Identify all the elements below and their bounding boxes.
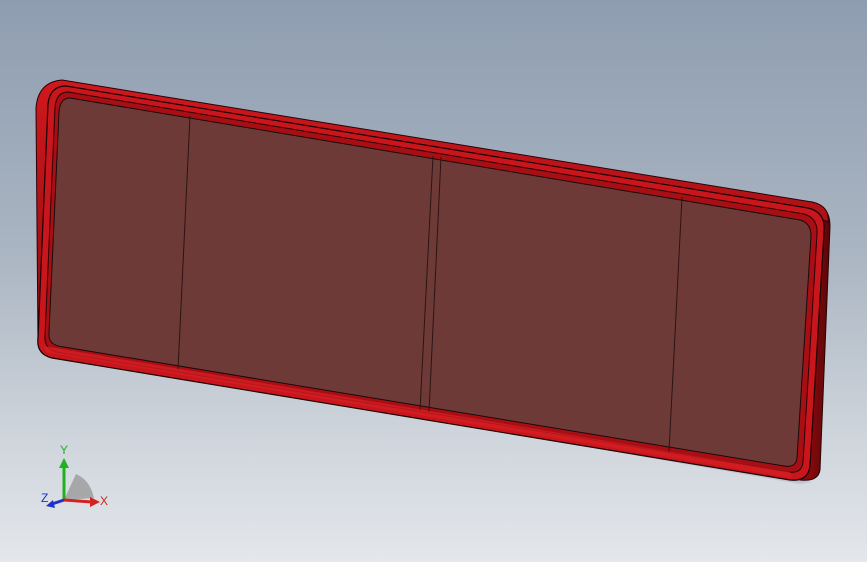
view-orientation-triad[interactable]: Y X Z <box>38 440 118 520</box>
x-axis-line <box>63 498 93 504</box>
y-axis-label: Y <box>60 443 68 457</box>
x-axis-arrow-icon <box>90 497 100 507</box>
y-axis-arrow-icon <box>59 458 69 468</box>
model-view[interactable] <box>0 0 867 562</box>
z-axis-label: Z <box>41 491 48 505</box>
x-axis-label: X <box>100 494 108 508</box>
graphics-viewport[interactable]: Y X Z <box>0 0 867 562</box>
triad-shading <box>64 474 94 500</box>
